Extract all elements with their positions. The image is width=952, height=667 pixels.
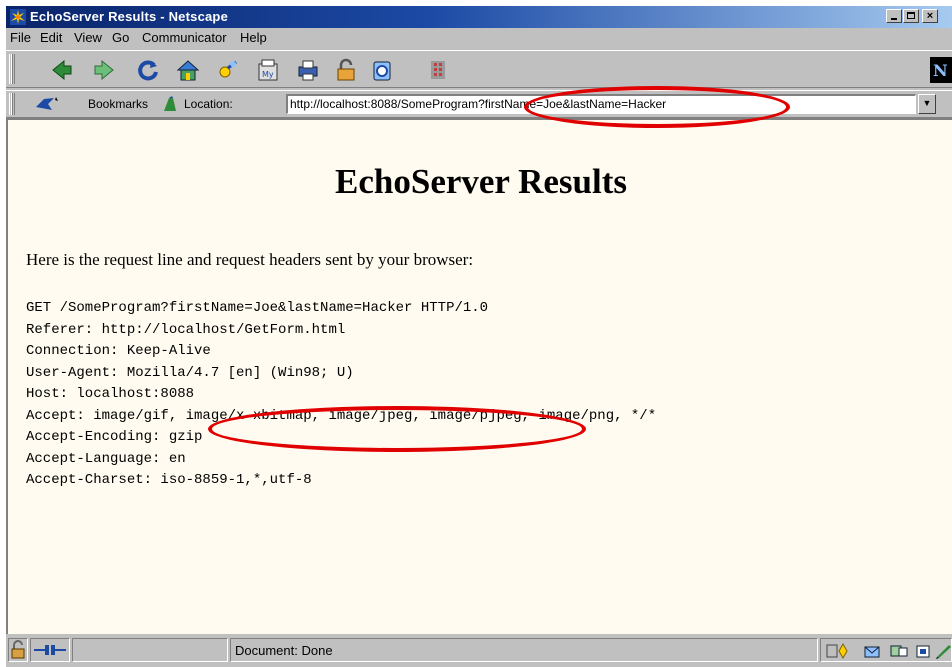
svg-text:My: My (262, 70, 274, 79)
close-icon: × (926, 10, 934, 22)
minimize-button[interactable] (886, 9, 902, 23)
url-dropdown-button[interactable]: ▼ (918, 94, 936, 114)
menu-go[interactable]: Go (112, 30, 129, 45)
minimize-icon (891, 18, 897, 20)
bookmarks-label[interactable]: Bookmarks (88, 97, 148, 111)
header-line: Connection: Keep-Alive (26, 343, 211, 359)
location-icon[interactable] (160, 95, 180, 113)
request-line: GET /SomeProgram?firstName=Joe&lastName=… (26, 300, 489, 316)
intro-text: Here is the request line and request hea… (26, 250, 474, 269)
location-label: Location: (184, 97, 233, 111)
menu-view[interactable]: View (74, 30, 102, 45)
netscape-throbber-icon[interactable]: N (930, 57, 952, 83)
maximize-icon (907, 12, 915, 19)
security-lock-icon[interactable] (8, 638, 28, 662)
maximize-button[interactable] (903, 9, 919, 23)
toolbar-grip[interactable] (9, 93, 15, 115)
menu-bar: File Edit View Go Communicator Help (6, 28, 952, 48)
location-toolbar: Bookmarks Location: http://localhost:808… (6, 90, 952, 118)
newsgroups-icon[interactable] (890, 645, 908, 657)
header-line: Accept-Charset: iso-8859-1,*,utf-8 (26, 472, 312, 488)
title-bar[interactable]: EchoServer Results - Netscape × (6, 6, 952, 28)
svg-text:N: N (933, 61, 948, 80)
composer-icon[interactable] (916, 645, 930, 658)
close-button[interactable]: × (922, 9, 938, 23)
toolbar-grip[interactable] (9, 54, 15, 84)
header-line: User-Agent: Mozilla/4.7 [en] (Win98; U) (26, 364, 354, 381)
connection-status-icon (30, 638, 70, 662)
netscape-logo-icon (10, 9, 26, 25)
header-line: Referer: http://localhost/GetForm.html (26, 321, 346, 338)
back-icon[interactable] (50, 58, 74, 82)
menu-file[interactable]: File (10, 30, 31, 45)
menu-communicator[interactable]: Communicator (142, 30, 227, 45)
window-title: EchoServer Results - Netscape (30, 9, 228, 24)
search-icon[interactable] (216, 58, 240, 82)
forward-icon[interactable] (92, 58, 116, 82)
pen-icon[interactable] (936, 645, 951, 659)
header-line: Accept-Language: en (26, 450, 186, 467)
url-input[interactable]: http://localhost:8088/SomeProgram?firstN… (286, 94, 916, 114)
mail-icon[interactable] (864, 646, 880, 658)
navigator-icon[interactable] (826, 642, 848, 660)
chevron-down-icon: ▼ (922, 98, 932, 108)
security-icon[interactable] (334, 58, 358, 82)
header-line: Accept-Encoding: gzip (26, 429, 203, 445)
request-headers: GET /SomeProgram?firstName=Joe&lastName=… (26, 298, 656, 492)
my-netscape-icon[interactable]: My (256, 58, 280, 82)
progress-bar (72, 638, 228, 662)
page-heading: EchoServer Results (335, 162, 627, 201)
shop-icon[interactable] (370, 58, 394, 82)
status-bar: Document: Done (6, 634, 952, 667)
home-icon[interactable] (176, 58, 200, 82)
page-content[interactable]: EchoServer Results Here is the request l… (6, 118, 952, 634)
menu-edit[interactable]: Edit (40, 30, 62, 45)
reload-icon[interactable] (136, 58, 160, 82)
browser-window: EchoServer Results - Netscape × File Edi… (6, 6, 952, 667)
menu-help[interactable]: Help (240, 30, 267, 45)
stop-icon[interactable] (426, 58, 450, 82)
navigation-toolbar: My N (6, 50, 952, 88)
print-icon[interactable] (296, 58, 320, 82)
component-bar (820, 638, 952, 662)
status-text: Document: Done (230, 638, 818, 662)
bookmarks-icon[interactable] (34, 95, 60, 113)
header-line: Host: localhost:8088 (26, 386, 195, 402)
header-line: Accept: image/gif, image/x-xbitmap, imag… (26, 407, 657, 424)
